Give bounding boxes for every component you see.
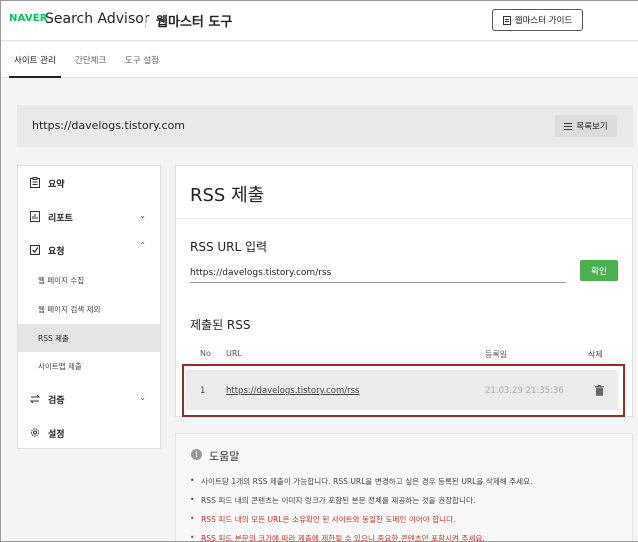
site-url-bar: https://davelogs.tistory.com 목록보기 — [17, 105, 633, 147]
swap-arrows-icon — [30, 394, 40, 404]
sidebar-item-summary[interactable]: 요약 — [18, 166, 160, 199]
main-tabs: 사이트 관리 간단체크 도구 설정 — [1, 42, 638, 78]
tab-tool-settings[interactable]: 도구 설정 — [125, 54, 159, 66]
sidebar-item-report[interactable]: 리포트 ⌄ — [18, 200, 160, 233]
webmaster-guide-button[interactable]: 웹마스터 가이드 — [492, 9, 583, 31]
sidebar-subitem-page-crawl[interactable]: 웹 페이지 수집 — [18, 266, 160, 294]
tool-title: 웹마스터 도구 — [156, 15, 233, 30]
sidebar-item-label: 요약 — [48, 180, 65, 190]
column-header-no: No — [200, 349, 211, 358]
sidebar-item-label: 리포트 — [48, 214, 73, 224]
checkbox-icon — [30, 245, 40, 255]
sidebar-subitem-label: 사이트맵 제출 — [38, 362, 82, 371]
tab-quick-check[interactable]: 간단체크 — [75, 54, 106, 66]
sidebar-item-label: 요청 — [48, 247, 65, 257]
sidebar-subitem-label: 웹 페이지 수집 — [38, 276, 85, 285]
page-title: RSS 제출 — [190, 185, 265, 206]
site-url: https://davelogs.tistory.com — [32, 119, 186, 132]
sidebar-subitem-rss-submit[interactable]: RSS 제출 — [18, 324, 160, 352]
column-header-delete: 삭제 — [588, 350, 603, 359]
rss-input-label: RSS URL 입력 — [190, 240, 268, 254]
app-window: NAVER Search Advisor 웹마스터 도구 웹마스터 가이드 사이… — [0, 0, 638, 542]
clipboard-icon — [30, 177, 40, 188]
column-header-url: URL — [226, 349, 242, 358]
help-item-text: RSS 피드 내의 콘텐츠는 이미지 링크가 포함된 본문 전체를 제공하는 것… — [201, 496, 476, 505]
sidebar-item-request[interactable]: 요청 ⌃ — [18, 233, 160, 266]
chevron-down-icon: ⌄ — [139, 393, 146, 402]
active-tab-indicator — [9, 76, 61, 78]
top-header: NAVER Search Advisor 웹마스터 도구 웹마스터 가이드 — [1, 1, 638, 41]
sidebar-item-verify[interactable]: 검증 ⌄ — [18, 382, 160, 415]
submitted-rss-label: 제출된 RSS — [190, 318, 251, 332]
sidebar-subitem-label: 웹 페이지 검색 제외 — [38, 305, 101, 314]
sidebar-subitem-label: RSS 제출 — [38, 334, 69, 343]
webmaster-guide-label: 웹마스터 가이드 — [514, 16, 573, 26]
sidebar-subitem-sitemap-submit[interactable]: 사이트맵 제출 — [18, 352, 160, 380]
sidebar: 요약 리포트 ⌄ 요청 ⌃ 웹 페이지 수집 웹 페이지 검색 제외 RSS 제… — [17, 165, 161, 449]
info-icon: i — [191, 449, 202, 460]
gear-icon — [30, 428, 40, 437]
list-view-button[interactable]: 목록보기 — [555, 115, 617, 137]
help-panel: i 도움말 사이트당 1개의 RSS 제출이 가능합니다. RSS URL을 변… — [175, 433, 633, 542]
chevron-up-icon: ⌃ — [139, 241, 146, 250]
help-title: 도움말 — [209, 450, 240, 463]
sidebar-subitem-page-exclude[interactable]: 웹 페이지 검색 제외 — [18, 295, 160, 323]
column-header-date: 등록일 — [485, 350, 508, 359]
bar-chart-icon — [30, 211, 40, 222]
rss-url-input[interactable] — [190, 263, 566, 283]
list-icon — [564, 122, 573, 130]
sidebar-item-settings[interactable]: 설정 — [18, 416, 160, 449]
sidebar-item-label: 설정 — [48, 430, 65, 440]
confirm-button[interactable]: 확인 — [580, 260, 618, 281]
help-item-text: RSS 피드 본문의 크기에 따라 제출에 제한될 수 있으니 중요한 콘텐츠만… — [201, 534, 485, 542]
sidebar-item-label: 검증 — [48, 396, 65, 406]
list-view-label: 목록보기 — [576, 122, 608, 132]
app-title[interactable]: Search Advisor — [45, 11, 150, 27]
book-icon — [502, 15, 511, 25]
header-divider — [145, 14, 146, 28]
help-item-text: 사이트당 1개의 RSS 제출이 가능합니다. RSS URL을 변경하고 싶은… — [201, 477, 533, 486]
highlight-annotation-box — [182, 364, 625, 417]
help-item-text: RSS 피드 내의 모든 URL은 소유확인 된 사이트와 동일한 도메인 이어… — [201, 515, 456, 524]
chevron-down-icon: ⌄ — [139, 211, 146, 220]
naver-logo[interactable]: NAVER — [9, 13, 48, 24]
title-divider — [176, 218, 632, 219]
tab-site-management[interactable]: 사이트 관리 — [14, 54, 56, 66]
